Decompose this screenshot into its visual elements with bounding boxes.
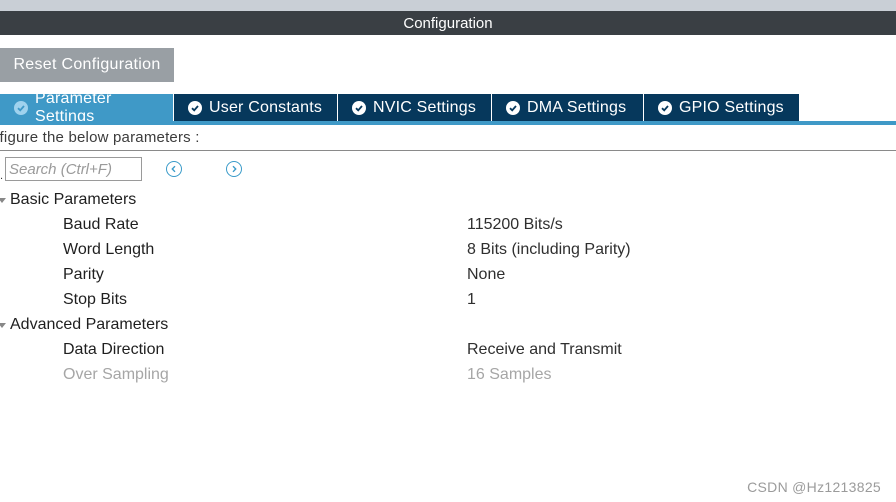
previous-result-button[interactable] [166,161,182,177]
param-name-parity: Parity [63,266,104,283]
param-name-word-length: Word Length [63,241,155,258]
collapse-caret-icon[interactable] [0,323,6,328]
tab-label: DMA Settings [527,98,627,116]
group-advanced-parameters[interactable]: Advanced Parameters [10,316,168,334]
tab-user-constants[interactable]: User Constants [174,94,338,121]
collapse-caret-icon[interactable] [0,198,6,203]
chevron-right-icon [232,165,237,173]
param-name-stop-bits: Stop Bits [63,291,128,308]
configure-instructions: nfigure the below parameters : [0,129,200,146]
check-circle-icon [14,100,28,115]
check-circle-icon [658,100,672,115]
watermark: CSDN @Hz1213825 [747,479,881,495]
param-name-baud-rate: Baud Rate [63,216,139,233]
top-strip [0,0,896,11]
param-value-stop-bits[interactable]: 1 [467,291,476,309]
param-value-data-direction[interactable]: Receive and Transmit [467,341,622,359]
tab-dma-settings[interactable]: DMA Settings [492,94,644,121]
next-result-button[interactable] [226,161,242,177]
param-value-word-length[interactable]: 8 Bits (including Parity) [467,241,631,259]
group-basic-parameters[interactable]: Basic Parameters [10,191,136,209]
search-icon: . [0,170,4,182]
tab-bar: Parameter Settings User Constants NVIC S… [0,90,800,125]
check-circle-icon [188,100,202,115]
tab-label: NVIC Settings [373,98,477,116]
tab-label: User Constants [209,98,323,116]
search-input[interactable] [5,157,142,181]
check-circle-icon [506,100,520,115]
window-title: Configuration [0,11,896,35]
param-value-baud-rate[interactable]: 115200 Bits/s [467,216,563,234]
chevron-left-icon [171,165,176,173]
tab-gpio-settings[interactable]: GPIO Settings [644,94,800,121]
param-name-data-direction: Data Direction [63,341,165,358]
param-value-parity[interactable]: None [467,266,505,284]
tab-label: GPIO Settings [679,98,784,116]
tab-parameter-settings[interactable]: Parameter Settings [0,90,174,125]
tab-underline [0,121,896,125]
reset-configuration-button[interactable]: Reset Configuration [0,48,174,82]
tab-nvic-settings[interactable]: NVIC Settings [338,94,492,121]
param-name-over-sampling: Over Sampling [63,366,169,383]
param-value-over-sampling: 16 Samples [467,366,552,383]
check-circle-icon [352,100,366,115]
divider [0,150,896,151]
